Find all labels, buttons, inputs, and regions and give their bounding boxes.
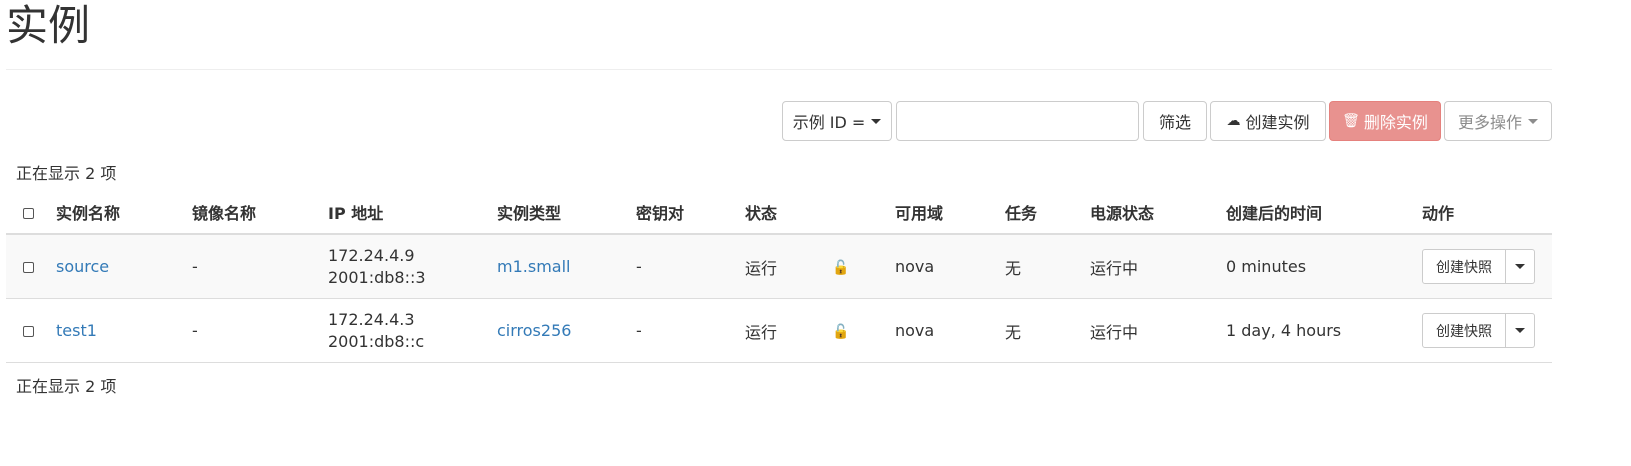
col-age[interactable]: 创建后的时间 [1226,191,1422,235]
ip-v4: 172.24.4.3 [328,309,415,329]
col-status[interactable]: 状态 [745,191,832,235]
status: 运行 [745,298,832,363]
unlock-icon: 🔓 [832,260,850,276]
instance-name-link[interactable]: source [56,257,109,276]
row-checkbox[interactable] [23,326,34,337]
create-instance-button[interactable]: ☁ 创建实例 [1210,101,1326,141]
select-all-cell[interactable] [6,191,56,235]
more-actions-label: 更多操作 [1457,113,1522,132]
page-title: 实例 [6,1,91,50]
item-count-bottom: 正在显示 2 项 [16,377,117,396]
ip-v6: 2001:db8::3 [328,267,426,287]
filter-field-select[interactable]: 示例 ID = [782,101,892,141]
item-count-top: 正在显示 2 项 [16,164,117,183]
table-row: test1 - 172.24.4.3 2001:db8::c cirros256… [6,298,1552,363]
row-actions-dropdown-toggle[interactable] [1506,249,1535,284]
create-snapshot-button[interactable]: 创建快照 [1422,313,1506,348]
col-name[interactable]: 实例名称 [56,191,192,235]
task: 无 [1005,298,1090,363]
cloud-upload-icon: ☁ [1226,113,1241,129]
instance-name-link[interactable]: test1 [56,321,97,340]
status: 运行 [745,234,832,299]
filter-field-label: 示例 ID = [792,113,866,132]
table-row: source - 172.24.4.9 2001:db8::3 m1.small… [6,234,1552,299]
col-image[interactable]: 镜像名称 [192,191,328,235]
col-power[interactable]: 电源状态 [1090,191,1226,235]
ip-address: 172.24.4.9 2001:db8::3 [328,234,497,299]
row-action-group: 创建快照 [1422,249,1552,284]
task: 无 [1005,234,1090,299]
caret-down-icon [1515,264,1525,269]
col-az[interactable]: 可用域 [895,191,1005,235]
ip-v4: 172.24.4.9 [328,245,415,265]
col-actions: 动作 [1422,191,1552,235]
instances-table: 实例名称 镜像名称 IP 地址 实例类型 密钥对 状态 可用域 任务 电源状态 … [6,191,1552,363]
create-snapshot-button[interactable]: 创建快照 [1422,249,1506,284]
col-flavor[interactable]: 实例类型 [497,191,636,235]
select-all-checkbox[interactable] [23,207,34,219]
filter-button[interactable]: 筛选 [1143,101,1207,141]
create-instance-label: 创建实例 [1245,113,1310,132]
delete-instance-label: 删除实例 [1363,113,1428,132]
title-divider [6,69,1552,70]
ip-v6: 2001:db8::c [328,331,425,351]
keypair: - [636,298,745,363]
caret-down-icon [1528,118,1538,124]
flavor-link[interactable]: m1.small [497,257,570,276]
power-state: 运行中 [1090,298,1226,363]
power-state: 运行中 [1090,234,1226,299]
ip-address: 172.24.4.3 2001:db8::c [328,298,497,363]
col-keypair[interactable]: 密钥对 [636,191,745,235]
col-task[interactable]: 任务 [1005,191,1090,235]
unlock-icon: 🔓 [832,324,850,340]
col-ip[interactable]: IP 地址 [328,191,497,235]
table-header-row: 实例名称 镜像名称 IP 地址 实例类型 密钥对 状态 可用域 任务 电源状态 … [6,191,1552,235]
row-checkbox[interactable] [23,262,34,273]
image-name: - [192,234,328,299]
col-lock [832,191,895,235]
row-action-group: 创建快照 [1422,313,1552,348]
availability-zone: nova [895,298,1005,363]
keypair: - [636,234,745,299]
age: 1 day, 4 hours [1226,298,1422,363]
flavor-link[interactable]: cirros256 [497,321,571,340]
filter-button-label: 筛选 [1158,113,1191,132]
trash-icon: 🗑 [1342,113,1360,129]
availability-zone: nova [895,234,1005,299]
delete-instance-button[interactable]: 🗑 删除实例 [1329,101,1441,141]
row-actions-dropdown-toggle[interactable] [1506,313,1535,348]
caret-down-icon [1515,328,1525,333]
filter-input[interactable] [896,101,1139,141]
caret-down-icon [871,118,882,124]
age: 0 minutes [1226,234,1422,299]
more-actions-button[interactable]: 更多操作 [1444,101,1552,141]
image-name: - [192,298,328,363]
